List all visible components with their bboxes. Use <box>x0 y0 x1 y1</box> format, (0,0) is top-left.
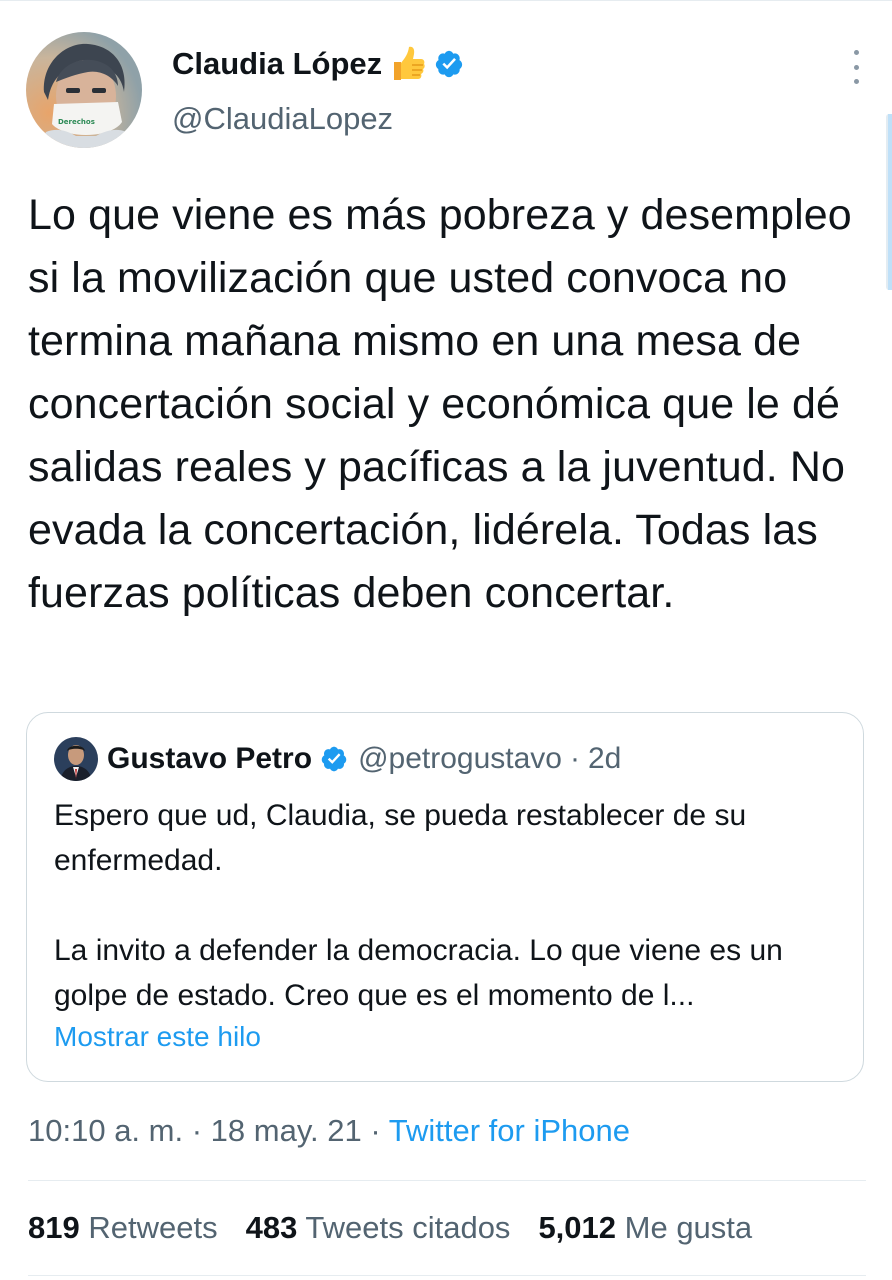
tweet-text: Lo que viene es más pobreza y desempleo … <box>28 191 852 617</box>
likes-count: 5,012 <box>538 1210 617 1245</box>
thumbs-up-emoji-icon <box>390 44 426 84</box>
verified-badge-icon <box>434 49 464 79</box>
quoted-handle[interactable]: @petrogustavo <box>358 742 562 776</box>
more-vertical-icon <box>853 64 859 70</box>
tweet-time[interactable]: 10:10 a. m. <box>28 1113 183 1148</box>
quote-tweets-label: Tweets citados <box>305 1210 511 1245</box>
more-vertical-icon <box>853 79 859 84</box>
divider <box>28 1180 866 1181</box>
author-avatar[interactable]: Derechos <box>26 32 142 148</box>
retweets-label: Retweets <box>88 1210 218 1245</box>
quote-tweets-stat[interactable]: 483 Tweets citados <box>246 1210 511 1246</box>
scrollbar-thumb[interactable] <box>886 114 892 290</box>
separator-dot: · <box>370 1113 381 1148</box>
author-handle[interactable]: @ClaudiaLopez <box>172 101 393 137</box>
likes-label: Me gusta <box>624 1210 753 1245</box>
quoted-tweet-header: Gustavo Petro @petrogustavo · 2d <box>107 742 621 776</box>
svg-text:Derechos: Derechos <box>58 118 95 126</box>
quoted-author-avatar[interactable] <box>54 737 98 781</box>
more-options-button[interactable] <box>848 50 864 84</box>
tweet-detail-page: Derechos Claudia López @ClaudiaLopez Lo … <box>0 0 892 1280</box>
verified-badge-icon <box>320 745 348 773</box>
tweet-meta: 10:10 a. m. · 18 may. 21 · Twitter for i… <box>28 1113 630 1149</box>
more-vertical-icon <box>853 50 859 55</box>
separator-dot: · <box>569 742 580 775</box>
likes-stat[interactable]: 5,012 Me gusta <box>538 1210 752 1246</box>
quoted-tweet-text: Espero que ud, Claudia, se pueda restabl… <box>54 793 854 1018</box>
quoted-paragraph: La invito a defender la democracia. Lo q… <box>54 934 783 1012</box>
quoted-timestamp[interactable]: 2d <box>588 742 621 776</box>
author-display-name-row[interactable]: Claudia López <box>172 44 464 84</box>
tweet-date[interactable]: 18 may. 21 <box>211 1113 362 1148</box>
author-display-name[interactable]: Claudia López <box>172 46 382 82</box>
top-divider <box>0 0 892 1</box>
retweets-stat[interactable]: 819 Retweets <box>28 1210 218 1246</box>
tweet-stats: 819 Retweets 483 Tweets citados 5,012 Me… <box>28 1210 752 1246</box>
quoted-paragraph: Espero que ud, Claudia, se pueda restabl… <box>54 799 747 877</box>
separator-dot: · <box>191 1113 203 1148</box>
retweets-count: 819 <box>28 1210 80 1245</box>
quote-tweets-count: 483 <box>245 1210 298 1245</box>
quoted-display-name[interactable]: Gustavo Petro <box>107 742 312 776</box>
quoted-tweet-card[interactable]: Gustavo Petro @petrogustavo · 2d Espero … <box>26 712 864 1082</box>
show-thread-link[interactable]: Mostrar este hilo <box>54 1021 261 1053</box>
divider <box>28 1275 866 1276</box>
tweet-source-link[interactable]: Twitter for iPhone <box>389 1113 630 1148</box>
